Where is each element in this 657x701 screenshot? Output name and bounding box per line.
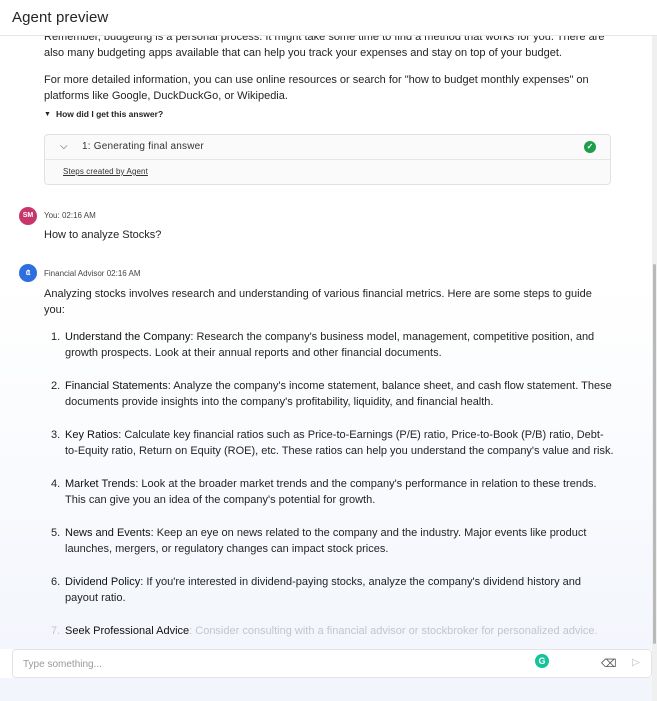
previous-answer-more-info: For more detailed information, you can u… — [44, 74, 589, 102]
list-item-number: 5. — [51, 527, 61, 539]
list-item-number: 1. — [51, 331, 61, 343]
grammarly-icon[interactable]: G — [535, 654, 549, 668]
user-message-text: How to analyze Stocks? — [44, 229, 162, 241]
list-item: 1. Understand the Company: Research the c… — [44, 329, 614, 361]
list-item-title: News and Events — [65, 527, 151, 539]
list-item-title: Key Ratios — [65, 429, 119, 441]
list-item-text: : Calculate key financial ratios such as… — [65, 429, 614, 457]
list-item-text: : Look at the broader market trends and … — [65, 478, 597, 506]
list-item-title: Dividend Policy — [65, 576, 141, 588]
message-input[interactable] — [23, 656, 523, 672]
bot-message-intro: Analyzing stocks involves research and u… — [44, 288, 592, 316]
step-label: 1: Generating final answer — [82, 141, 204, 152]
steps-panel: ⌵ 1: Generating final answer ✓ Steps cre… — [44, 134, 611, 185]
user-avatar: SM — [19, 207, 37, 225]
panel-header: Agent preview — [0, 0, 657, 36]
list-item-text: : Consider consulting with a financial a… — [189, 625, 598, 637]
analysis-steps-list: 1. Understand the Company: Research the c… — [44, 329, 614, 639]
send-icon[interactable]: ▷ — [632, 657, 640, 668]
scrollbar-thumb[interactable] — [653, 264, 656, 644]
list-item: 3. Key Ratios: Calculate key financial ra… — [44, 427, 614, 459]
list-item-number: 6. — [51, 576, 61, 588]
list-item-title: Seek Professional Advice — [65, 625, 190, 637]
bottom-strip — [0, 678, 652, 701]
scrollbar[interactable] — [652, 36, 657, 701]
eraser-icon[interactable]: ⌫ — [601, 658, 617, 670]
previous-answer-cut-line: Remember, budgeting is a personal proces… — [44, 36, 605, 59]
bot-avatar-icon: 𝔞 — [19, 264, 37, 282]
how-did-i-get-answer-label: How did I get this answer? — [55, 109, 164, 119]
list-item-number: 7. — [51, 625, 61, 637]
list-item-title: Market Trends — [65, 478, 136, 490]
list-item-number: 2. — [51, 380, 61, 392]
how-did-i-get-answer-toggle[interactable]: ▼ How did I get this answer? — [44, 109, 163, 119]
panel-title: Agent preview — [12, 9, 109, 26]
list-item: 5. News and Events: Keep an eye on news r… — [44, 525, 614, 557]
triangle-down-icon: ▼ — [44, 110, 51, 118]
bot-message-meta: Financial Advisor 02:16 AM — [44, 269, 141, 278]
steps-created-by-agent: Steps created by Agent — [63, 167, 148, 176]
list-item-text: : If you're interested in dividend-payin… — [65, 576, 581, 604]
list-item-number: 4. — [51, 478, 61, 490]
message-composer: G ⌫ ▷ — [12, 649, 652, 678]
check-circle-icon: ✓ — [584, 141, 596, 153]
chevron-down-icon[interactable]: ⌵ — [60, 141, 68, 152]
list-item: 7. Seek Professional Advice: Consider con… — [44, 623, 614, 639]
list-item-number: 3. — [51, 429, 61, 441]
list-item-title: Financial Statements — [65, 380, 168, 392]
list-item-title: Understand the Company — [65, 331, 191, 343]
conversation-area[interactable]: Remember, budgeting is a personal proces… — [0, 36, 652, 649]
user-message-meta: You: 02:16 AM — [44, 211, 96, 220]
list-item: 4. Market Trends: Look at the broader mar… — [44, 476, 614, 508]
list-item: 6. Dividend Policy: If you're interested … — [44, 574, 614, 606]
list-item: 2. Financial Statements: Analyze the comp… — [44, 378, 614, 410]
step-row[interactable]: ⌵ 1: Generating final answer ✓ — [45, 135, 610, 160]
